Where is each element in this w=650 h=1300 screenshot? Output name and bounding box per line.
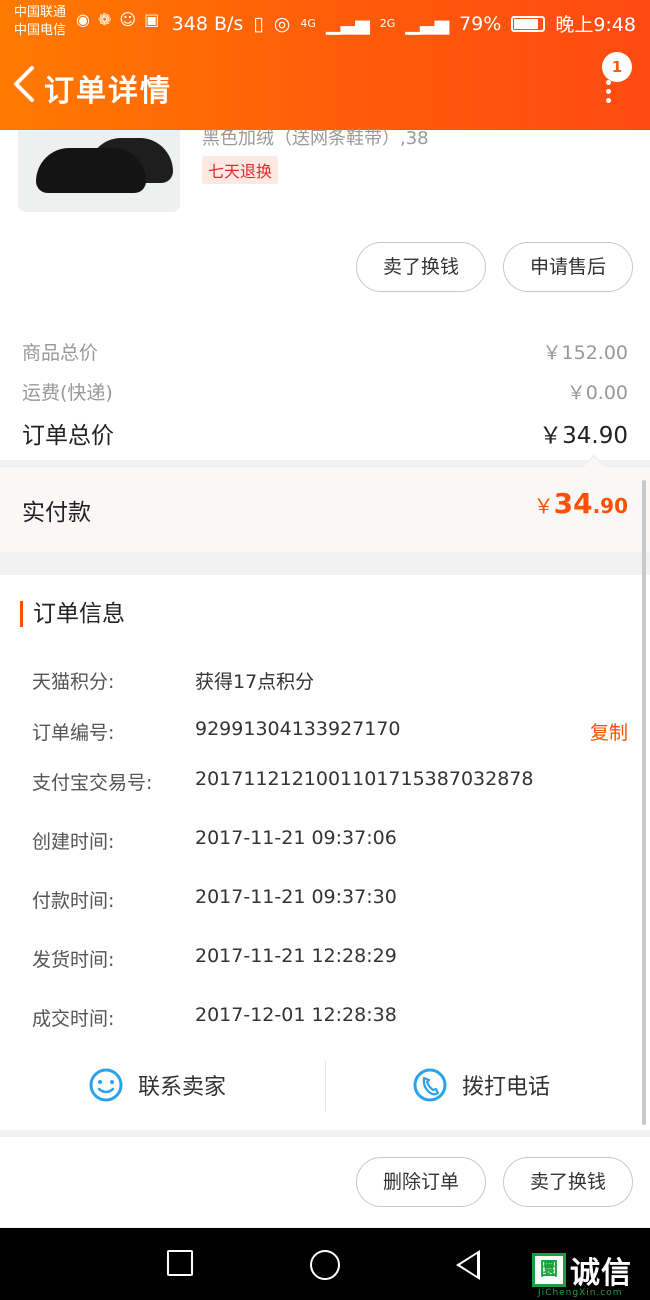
recents-square-icon[interactable] xyxy=(167,1250,193,1276)
signal-1-label: 4G xyxy=(300,17,316,30)
contact-seller-label: 联系卖家 xyxy=(138,1075,227,1100)
paid-amount-row: 实付款 ￥34.90 xyxy=(0,454,650,552)
product-thumbnail[interactable] xyxy=(18,130,180,212)
order-total-value: ￥34.90 xyxy=(539,423,628,449)
info-value: 2017112121001101715387032878 xyxy=(195,768,534,790)
paid-decimal: .90 xyxy=(592,494,628,518)
carrier-info: 中国联通 中国电信 xyxy=(14,4,66,40)
shipping-label: 运费(快递) xyxy=(22,382,113,404)
app-icon: ▣ xyxy=(144,10,160,29)
back-triangle-icon[interactable] xyxy=(456,1250,480,1280)
info-value: 2017-11-21 12:28:29 xyxy=(195,945,397,967)
sell-button[interactable]: 卖了换钱 xyxy=(356,242,486,292)
goods-total-label: 商品总价 xyxy=(22,342,99,364)
info-value: 2017-11-21 09:37:30 xyxy=(195,886,397,908)
scrollbar[interactable] xyxy=(642,480,646,1125)
goods-total-row: 商品总价 ￥152.00 xyxy=(22,338,628,365)
info-key: 发货时间: xyxy=(32,949,115,971)
goods-total-value: ￥152.00 xyxy=(542,342,628,364)
contact-row: 联系卖家 拨打电话 xyxy=(0,1055,650,1125)
after-sale-button[interactable]: 申请售后 xyxy=(503,242,633,292)
signal-icon-1: ▁▃▅ xyxy=(325,12,370,35)
info-value: 92991304133927170 xyxy=(195,718,401,740)
weibo-icon: ◉ xyxy=(76,10,90,29)
info-key: 订单编号: xyxy=(32,722,115,744)
watermark-logo-icon: 圜 xyxy=(532,1253,566,1287)
top-bar: 中国联通 中国电信 ◉ ❁ ☺ ▣ 348 B/s ▯ ◎ 4G ▁▃▅ 2G … xyxy=(0,0,650,130)
product-card: 黑色加绒（送网条鞋带）,38 七天退换 卖了换钱 申请售后 商品总价 ￥152.… xyxy=(0,128,650,460)
battery-icon xyxy=(511,15,546,32)
call-phone-label: 拨打电话 xyxy=(462,1075,551,1100)
battery-percent: 79% xyxy=(459,12,502,35)
info-value: 2017-11-21 09:37:06 xyxy=(195,827,397,849)
watermark-subtext: JiChengXin.com xyxy=(538,1288,623,1298)
page-title: 订单详情 xyxy=(44,74,172,109)
info-key: 天猫积分: xyxy=(32,671,115,693)
status-bar: 中国联通 中国电信 ◉ ❁ ☺ ▣ 348 B/s ▯ ◎ 4G ▁▃▅ 2G … xyxy=(0,0,650,46)
order-total-row: 订单总价 ￥34.90 xyxy=(22,416,628,450)
chat-face-icon xyxy=(89,1068,123,1102)
carrier-1: 中国联通 xyxy=(14,5,67,20)
paid-currency: ￥ xyxy=(533,494,554,518)
bottom-action-bar: 删除订单 卖了换钱 xyxy=(0,1137,650,1227)
info-value: 获得17点积分 xyxy=(195,671,315,693)
paid-integer: 34 xyxy=(553,487,593,520)
clock: 晚上9:48 xyxy=(555,14,636,36)
paid-amount: ￥34.90 xyxy=(534,487,628,520)
shoe-image-front xyxy=(36,148,146,193)
wechat-icon: ❁ xyxy=(97,10,112,29)
product-variant: 黑色加绒（送网条鞋带）,38 xyxy=(202,128,429,149)
more-menu-icon[interactable] xyxy=(604,80,612,104)
paid-label: 实付款 xyxy=(22,500,91,526)
watermark-text: 诚信 xyxy=(570,1256,632,1291)
misc-icon: ☺ xyxy=(119,10,137,29)
home-circle-icon[interactable] xyxy=(310,1250,340,1280)
info-value: 2017-12-01 12:28:38 xyxy=(195,1004,397,1026)
status-right: 348 B/s ▯ ◎ 4G ▁▃▅ 2G ▁▃▅ 79% 晚上9:48 xyxy=(172,10,636,37)
shipping-value: ￥0.00 xyxy=(566,382,628,404)
carrier-2: 中国电信 xyxy=(14,23,67,38)
order-info-heading: 订单信息 xyxy=(20,601,125,627)
return-policy-tag: 七天退换 xyxy=(202,156,279,184)
shipping-row: 运费(快递) ￥0.00 xyxy=(22,378,628,405)
net-speed: 348 B/s xyxy=(171,12,244,35)
navigation-bar: 订单详情 1 xyxy=(0,52,650,124)
info-key: 创建时间: xyxy=(32,831,115,853)
watermark: 圜 诚信 xyxy=(532,1248,632,1292)
info-key: 支付宝交易号: xyxy=(32,772,153,794)
message-badge[interactable]: 1 xyxy=(602,52,632,82)
vibrate-icon: ▯ xyxy=(253,12,264,35)
signal-icon-2: ▁▃▅ xyxy=(405,12,450,35)
call-phone-button[interactable]: 拨打电话 xyxy=(412,1055,550,1115)
phone-icon xyxy=(413,1068,447,1102)
copy-button[interactable]: 复制 xyxy=(590,718,628,745)
back-arrow-icon[interactable] xyxy=(10,64,40,104)
info-key: 成交时间: xyxy=(32,1008,115,1030)
contact-seller-button[interactable]: 联系卖家 xyxy=(88,1055,226,1115)
signal-2-label: 2G xyxy=(379,17,396,30)
info-key: 付款时间: xyxy=(32,890,115,912)
delete-order-button[interactable]: 删除订单 xyxy=(356,1157,486,1207)
order-total-label: 订单总价 xyxy=(22,423,114,449)
contact-divider xyxy=(325,1061,326,1111)
notification-icons: ◉ ❁ ☺ ▣ xyxy=(76,10,159,29)
order-info-card: 订单信息 天猫积分: 获得17点积分 订单编号: 929913041339271… xyxy=(0,575,650,1130)
sell-button-bottom[interactable]: 卖了换钱 xyxy=(503,1157,633,1207)
eye-icon: ◎ xyxy=(273,12,291,35)
